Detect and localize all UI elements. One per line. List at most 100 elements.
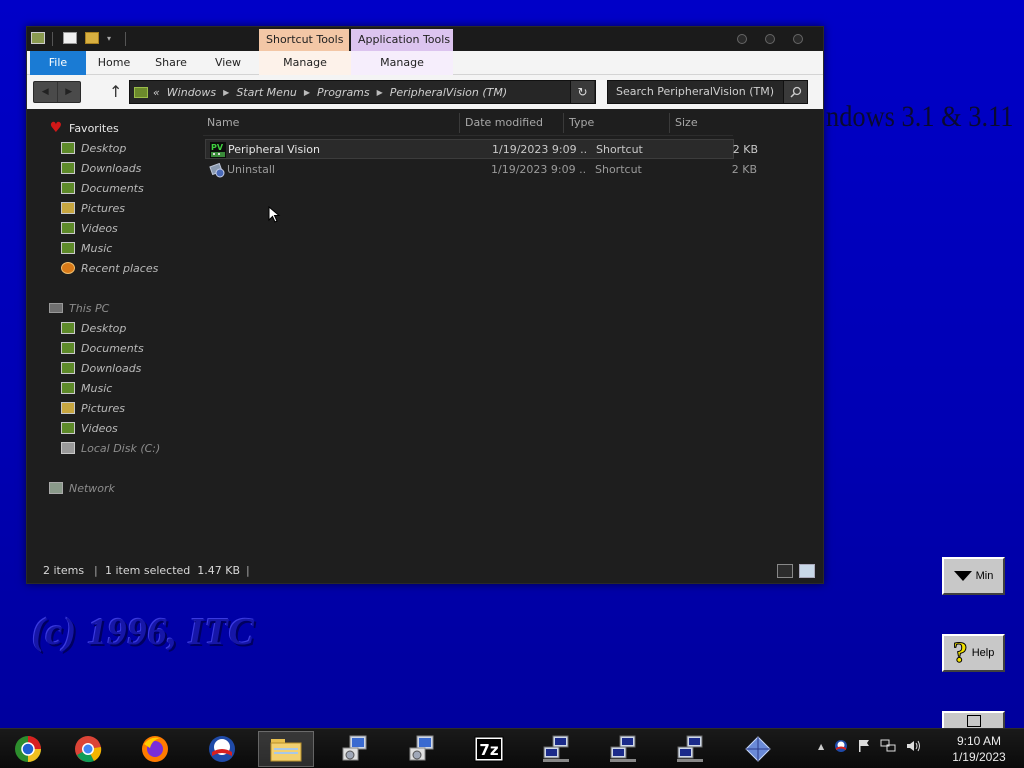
nav-item-music[interactable]: Music <box>61 239 112 257</box>
heart-icon: ♥ <box>49 120 63 136</box>
question-mark-icon: ? <box>952 636 968 669</box>
table-row[interactable]: PV Peripheral Vision 1/19/2023 9:09 ... … <box>205 139 758 159</box>
nav-item-pc-downloads[interactable]: Downloads <box>61 359 141 377</box>
taskbar-media-center[interactable] <box>0 731 56 767</box>
address-prefix[interactable]: « <box>153 86 160 99</box>
tab-manage-shortcut[interactable]: Manage <box>259 51 351 75</box>
table-row[interactable]: Uninstall 1/19/2023 9:09 ... Shortcut 2 … <box>205 160 757 180</box>
help-button[interactable]: ? Help <box>942 634 1005 672</box>
taskbar-network-app-3[interactable] <box>662 731 718 767</box>
tab-share[interactable]: Share <box>149 51 193 75</box>
taskbar-firefox[interactable] <box>127 731 183 767</box>
taskbar-network-app-1[interactable] <box>528 731 584 767</box>
chevron-right-icon[interactable]: ▶ <box>304 88 310 97</box>
svg-text:PV: PV <box>211 143 224 152</box>
show-hidden-icons-icon[interactable]: ▲ <box>818 742 824 751</box>
column-separator[interactable] <box>669 113 670 133</box>
nav-item-videos[interactable]: Videos <box>61 219 118 237</box>
refresh-icon[interactable]: ↻ <box>570 81 594 103</box>
nav-item-desktop[interactable]: Desktop <box>61 139 126 157</box>
taskbar-file-explorer[interactable] <box>258 731 314 767</box>
nav-item-local-disk[interactable]: Local Disk (C:) <box>61 439 160 457</box>
up-arrow-icon[interactable]: ↑ <box>109 82 122 101</box>
network-computers-icon <box>543 735 569 762</box>
taskbar-setup-2[interactable] <box>394 731 450 767</box>
nav-item-pc-videos[interactable]: Videos <box>61 419 118 437</box>
search-button[interactable] <box>783 81 807 103</box>
min-button[interactable]: Min <box>942 557 1005 595</box>
tab-view[interactable]: View <box>207 51 249 75</box>
nav-label: Videos <box>81 421 118 435</box>
chrome-icon <box>75 736 102 763</box>
downloads-icon <box>61 162 75 174</box>
nav-label: Music <box>81 241 113 255</box>
separator <box>125 32 126 46</box>
new-folder-icon[interactable] <box>85 32 99 44</box>
exit-icon <box>966 715 981 727</box>
tab-file[interactable]: File <box>30 51 86 75</box>
tab-manage-application[interactable]: Manage <box>351 51 453 75</box>
folder-icon[interactable] <box>31 32 45 44</box>
network-icon[interactable] <box>880 739 896 753</box>
folder-icon <box>270 739 302 762</box>
file-date: 1/19/2023 9:09 ... <box>491 163 587 176</box>
tab-home[interactable]: Home <box>93 51 135 75</box>
chevron-right-icon[interactable]: ▶ <box>223 88 229 97</box>
search-input[interactable]: Search PeripheralVision (TM) <box>607 80 808 104</box>
nav-item-downloads[interactable]: Downloads <box>61 159 141 177</box>
breadcrumb-programs[interactable]: Programs <box>317 86 370 99</box>
system-tray: ▲ <box>818 739 922 753</box>
forward-arrow-icon[interactable]: ▶ <box>56 82 81 102</box>
application-tools-tab[interactable]: Application Tools <box>351 29 453 51</box>
close-button[interactable] <box>793 34 803 44</box>
nav-item-recent-places[interactable]: Recent places <box>61 259 158 277</box>
taskbar-network-app-2[interactable] <box>595 731 651 767</box>
taskbar-7-zip[interactable]: 7z <box>461 731 517 767</box>
nav-item-pictures[interactable]: Pictures <box>61 199 125 217</box>
column-separator[interactable] <box>563 113 564 133</box>
diamond-app-icon <box>745 736 771 762</box>
clock[interactable]: 9:10 AM 1/19/2023 <box>938 733 1020 765</box>
videos-icon <box>61 222 75 234</box>
column-separator[interactable] <box>459 113 460 133</box>
nav-label: Downloads <box>81 361 142 375</box>
column-name[interactable]: Name <box>203 113 459 133</box>
nav-item-pc-music[interactable]: Music <box>61 379 112 397</box>
speaker-icon[interactable] <box>906 739 922 753</box>
chevron-right-icon[interactable]: ▶ <box>377 88 383 97</box>
nav-label: Desktop <box>81 141 127 155</box>
nav-network[interactable]: Network <box>49 479 115 497</box>
customize-chevron-icon[interactable]: ▾ <box>107 34 111 43</box>
minimize-button[interactable] <box>737 34 747 44</box>
search-icon <box>790 86 802 98</box>
nav-item-documents[interactable]: Documents <box>61 179 144 197</box>
status-separator: | <box>246 564 250 577</box>
nav-item-pc-pictures[interactable]: Pictures <box>61 399 125 417</box>
computer-icon <box>49 303 63 313</box>
column-type[interactable]: Type <box>565 113 665 133</box>
details-view-icon[interactable] <box>777 564 793 578</box>
nav-item-pc-desktop[interactable]: Desktop <box>61 319 126 337</box>
nav-favorites[interactable]: ♥ Favorites <box>49 119 119 137</box>
breadcrumb-start-menu[interactable]: Start Menu <box>236 86 297 99</box>
taskbar-obama-logo[interactable] <box>194 731 250 767</box>
nav-this-pc[interactable]: This PC <box>49 299 109 317</box>
back-arrow-icon[interactable]: ◀ <box>34 82 57 102</box>
address-bar[interactable]: « Windows ▶ Start Menu ▶ Programs ▶ Peri… <box>129 80 596 104</box>
breadcrumb-windows[interactable]: Windows <box>167 86 216 99</box>
properties-icon[interactable] <box>63 32 77 44</box>
taskbar-chrome[interactable] <box>60 731 116 767</box>
taskbar-setup-1[interactable] <box>327 731 383 767</box>
flag-icon[interactable] <box>858 739 870 753</box>
breadcrumb-peripheralvision[interactable]: PeripheralVision (TM) <box>390 86 507 99</box>
title-bar: ▾ Shortcut Tools Application Tools <box>27 27 823 51</box>
obama-tray-icon[interactable] <box>834 739 848 753</box>
column-date-modified[interactable]: Date modified <box>461 113 563 133</box>
nav-item-pc-documents[interactable]: Documents <box>61 339 144 357</box>
shortcut-tools-tab[interactable]: Shortcut Tools <box>259 29 349 51</box>
large-icons-view-icon[interactable] <box>799 564 815 578</box>
maximize-button[interactable] <box>765 34 775 44</box>
taskbar-diamond-app[interactable] <box>730 731 786 767</box>
media-center-icon <box>15 736 41 762</box>
column-size[interactable]: Size <box>671 113 731 133</box>
